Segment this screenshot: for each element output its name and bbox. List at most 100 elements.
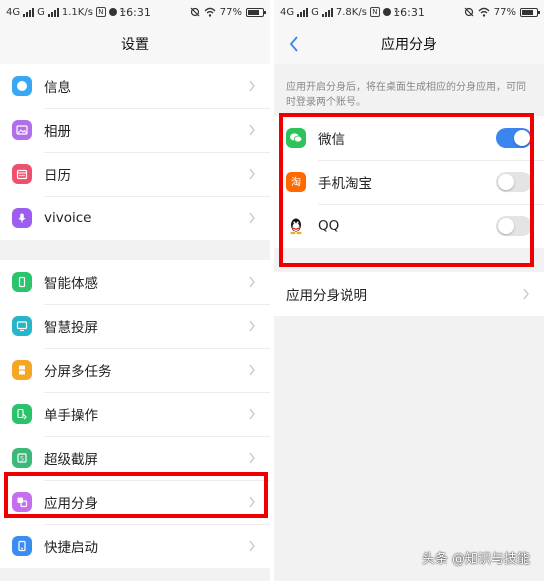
settings-item-app-clone[interactable]: 应用分身	[0, 480, 270, 524]
taobao-icon: 淘	[286, 172, 306, 192]
settings-screen: 4G G 1.1K/s N ··· 16:31 77% 设置 信息 相册 日历 …	[0, 0, 270, 581]
settings-item-label: 应用分身	[44, 496, 98, 512]
chevron-right-icon	[249, 276, 255, 288]
network-speed: 7.8K/s	[335, 6, 367, 18]
app-name: QQ	[318, 218, 340, 234]
settings-item-label: vivoice	[44, 210, 92, 226]
alarm-off-icon	[190, 7, 200, 17]
more-dots-icon: ···	[119, 6, 130, 18]
app-clone-item-taobao: 淘 手机淘宝	[274, 160, 544, 204]
app-clone-info-group: 应用分身说明	[274, 272, 544, 316]
chevron-right-icon	[249, 320, 255, 332]
wechat-icon	[286, 128, 306, 148]
app-clone-info-link[interactable]: 应用分身说明	[274, 272, 544, 316]
wechat-clone-toggle[interactable]	[496, 128, 532, 148]
screencast-icon	[12, 316, 32, 336]
settings-item-label: 超级截屏	[44, 452, 98, 468]
settings-item-label: 分屏多任务	[44, 364, 112, 380]
record-dot-icon	[382, 8, 391, 16]
battery-icon	[246, 7, 266, 17]
settings-item-label: 日历	[44, 168, 71, 184]
chevron-right-icon	[249, 452, 255, 464]
chevron-right-icon	[249, 364, 255, 376]
chevron-left-icon	[289, 36, 298, 52]
album-icon	[12, 120, 32, 140]
group-separator	[0, 240, 270, 260]
quick-launch-icon	[12, 536, 32, 556]
motion-icon	[12, 272, 32, 292]
signal-icon	[47, 7, 59, 17]
settings-group-features: 智能体感 智慧投屏 分屏多任务 单手操作 S 超级截屏 应用分身 快捷启动	[0, 260, 270, 568]
svg-text:淘: 淘	[291, 176, 301, 189]
wifi-icon	[478, 7, 490, 17]
taobao-clone-toggle[interactable]	[496, 172, 532, 192]
chevron-right-icon	[249, 212, 255, 224]
qq-clone-toggle[interactable]	[496, 216, 532, 236]
watermark-text: 头条 @知识与技能	[421, 552, 530, 567]
signal-icon	[23, 7, 35, 17]
app-clone-item-qq: QQ	[274, 204, 544, 248]
svg-text:S: S	[20, 456, 24, 463]
more-dots-icon: ···	[393, 6, 404, 18]
back-button[interactable]	[282, 32, 306, 56]
carrier-label: G	[311, 6, 319, 18]
settings-item-label: 智慧投屏	[44, 320, 98, 336]
settings-item-vivoice[interactable]: vivoice	[0, 196, 270, 240]
qq-icon	[286, 216, 306, 236]
notification-badge-icon: N	[95, 7, 106, 17]
microphone-icon	[12, 208, 32, 228]
settings-item-super-screenshot[interactable]: S 超级截屏	[0, 436, 270, 480]
settings-item-label: 快捷启动	[44, 540, 98, 556]
chevron-right-icon	[249, 80, 255, 92]
calendar-icon	[12, 164, 32, 184]
one-hand-icon	[12, 404, 32, 424]
app-clone-icon	[12, 492, 32, 512]
message-icon	[12, 76, 32, 96]
info-link-label: 应用分身说明	[286, 288, 367, 304]
page-title: 应用分身	[381, 37, 437, 53]
app-clone-list: 微信 淘 手机淘宝 QQ	[274, 116, 544, 248]
settings-item-label: 信息	[44, 80, 71, 96]
wifi-icon	[204, 7, 216, 17]
battery-percent: 77%	[219, 6, 242, 18]
app-name: 手机淘宝	[318, 176, 372, 192]
signal-icon	[321, 7, 333, 17]
settings-item-quick-launch[interactable]: 快捷启动	[0, 524, 270, 568]
record-dot-icon	[108, 8, 117, 16]
settings-item-split-screen[interactable]: 分屏多任务	[0, 348, 270, 392]
settings-header: 设置	[0, 24, 270, 64]
settings-item-one-hand[interactable]: 单手操作	[0, 392, 270, 436]
settings-group-apps: 信息 相册 日历 vivoice	[0, 64, 270, 240]
battery-percent: 77%	[493, 6, 516, 18]
settings-item-label: 智能体感	[44, 276, 98, 292]
chevron-right-icon	[249, 408, 255, 420]
chevron-right-icon	[523, 288, 529, 300]
signal-icon	[297, 7, 309, 17]
settings-item-album[interactable]: 相册	[0, 108, 270, 152]
notification-badge-icon: N	[369, 7, 380, 17]
network-type: 4G	[6, 6, 21, 18]
settings-item-messages[interactable]: 信息	[0, 64, 270, 108]
alarm-off-icon	[464, 7, 474, 17]
split-screen-icon	[12, 360, 32, 380]
app-clone-screen: 4G G 7.8K/s N ··· 16:31 77% 应用分身 应用开启分身后…	[274, 0, 544, 581]
carrier-label: G	[37, 6, 45, 18]
settings-item-screencast[interactable]: 智慧投屏	[0, 304, 270, 348]
settings-item-label: 单手操作	[44, 408, 98, 424]
screenshot-icon: S	[12, 448, 32, 468]
battery-icon	[520, 7, 540, 17]
chevron-right-icon	[249, 124, 255, 136]
page-title: 设置	[121, 37, 149, 53]
chevron-right-icon	[249, 540, 255, 552]
network-type: 4G	[280, 6, 295, 18]
app-clone-item-wechat: 微信	[274, 116, 544, 160]
chevron-right-icon	[249, 168, 255, 180]
app-name: 微信	[318, 132, 345, 148]
settings-item-label: 相册	[44, 124, 71, 140]
chevron-right-icon	[249, 496, 255, 508]
app-clone-description: 应用开启分身后，将在桌面生成相应的分身应用，可同时登录两个账号。	[286, 82, 526, 108]
network-speed: 1.1K/s	[61, 6, 93, 18]
settings-item-calendar[interactable]: 日历	[0, 152, 270, 196]
settings-item-smart-motion[interactable]: 智能体感	[0, 260, 270, 304]
